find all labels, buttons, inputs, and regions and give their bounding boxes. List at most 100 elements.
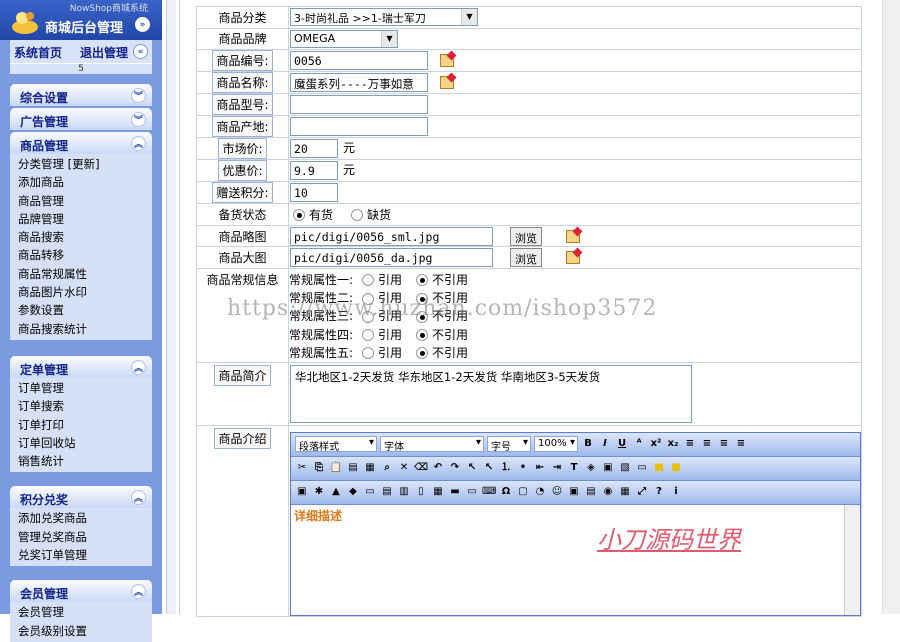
subscript-icon[interactable]: x₂ [666, 437, 680, 451]
remove-format-icon[interactable]: ▧ [618, 461, 632, 475]
align-center-icon[interactable]: ≡ [700, 437, 714, 451]
select-icon[interactable]: ↖ [465, 461, 479, 475]
copy-icon[interactable]: ⎘ [312, 461, 326, 475]
section-header[interactable]: 定单管理 ︽ [10, 355, 152, 378]
emoticon-icon[interactable]: ☺ [550, 485, 564, 499]
keyboard-icon[interactable]: ⌨ [482, 485, 496, 499]
home-link[interactable]: 系统首页 [14, 44, 62, 61]
menu-item[interactable]: 兑奖订单管理 [10, 546, 152, 564]
menu-item[interactable]: 订单打印 [10, 416, 152, 434]
paste-text-icon[interactable]: ▤ [346, 461, 360, 475]
zoom-select[interactable]: 100% [534, 436, 578, 453]
attr-use-radio[interactable] [362, 329, 374, 342]
text-color-icon[interactable]: T [567, 461, 581, 475]
big-input[interactable]: pic/digi/0056_da.jpg [290, 248, 493, 268]
logout-link[interactable]: 退出管理 [80, 44, 128, 61]
find-icon[interactable]: ⌕ [380, 461, 394, 475]
chevron-down-icon[interactable]: ︾ [131, 112, 146, 127]
unordered-list-icon[interactable]: • [516, 461, 530, 475]
template-icon[interactable]: ▤ [584, 485, 598, 499]
thumb-browse-button[interactable]: 浏览 [510, 226, 542, 246]
redo-icon[interactable]: ↷ [448, 461, 462, 475]
sidebar-scrollbar[interactable] [166, 0, 176, 614]
insert-row-icon[interactable]: ▤ [380, 485, 394, 499]
box-icon[interactable]: ▭ [635, 461, 649, 475]
help-icon[interactable]: ? [652, 485, 666, 499]
thumb-input[interactable]: pic/digi/0056_sml.jpg [290, 226, 493, 246]
attr-nouse-radio[interactable] [416, 274, 429, 287]
menu-item[interactable]: 管理兑奖商品 [10, 528, 152, 546]
menu-item[interactable]: 品牌管理 [10, 210, 152, 228]
table-icon[interactable]: ▭ [363, 485, 377, 499]
italic-icon[interactable]: I [598, 437, 612, 451]
insert-col-icon[interactable]: ▥ [397, 485, 411, 499]
main-scrollbar[interactable] [882, 0, 900, 614]
media-icon[interactable]: ▲ [329, 485, 343, 499]
menu-item[interactable]: 商品转移 [10, 246, 152, 264]
menu-item[interactable]: 商品图片水印 [10, 283, 152, 301]
unselect-icon[interactable]: ↖ [482, 461, 496, 475]
about-icon[interactable]: i [669, 485, 683, 499]
editor-area[interactable]: 详细描述 [291, 504, 860, 615]
paste-word-icon[interactable]: ▦ [363, 461, 377, 475]
upload-icon[interactable] [566, 251, 580, 265]
market-price-input[interactable]: 20 [290, 139, 338, 159]
chevron-up-icon[interactable]: ︽ [131, 359, 146, 375]
chevron-up-icon[interactable]: ︽ [131, 490, 146, 506]
style-select[interactable]: 段落样式 [295, 436, 377, 453]
image-icon[interactable]: ▣ [295, 485, 309, 499]
section-header[interactable]: 广告管理 ︾ [10, 108, 152, 130]
section-header[interactable]: 会员管理 ︽ [10, 580, 152, 603]
menu-item[interactable]: 会员管理 [10, 603, 152, 621]
menu-item[interactable]: 分类管理 [更新] [10, 155, 152, 173]
size-select[interactable]: 字号 [487, 436, 531, 453]
indent-icon[interactable]: ⇥ [550, 461, 564, 475]
attr-use-radio[interactable] [362, 347, 374, 360]
bold-icon[interactable]: B [581, 437, 595, 451]
cut-icon[interactable]: ✂ [295, 461, 309, 475]
outdent-icon[interactable]: ⇤ [533, 461, 547, 475]
menu-item[interactable]: 订单回收站 [10, 434, 152, 452]
hr-icon[interactable]: ▬ [448, 485, 462, 499]
sale-price-input[interactable]: 9.9 [290, 161, 338, 181]
attr-nouse-radio[interactable] [416, 347, 429, 360]
summary-textarea[interactable]: 华北地区1-2天发货 华东地区1-2天发货 华南地区3-5天发货 [290, 364, 692, 423]
section-header[interactable]: 综合设置 ︾ [10, 84, 152, 106]
menu-item[interactable]: 订单搜索 [10, 397, 152, 415]
stock-in-radio[interactable] [293, 209, 305, 222]
preview-icon[interactable]: ◉ [601, 485, 615, 499]
menu-item[interactable]: 商品管理 [10, 192, 152, 210]
menu-item[interactable]: 添加商品 [10, 173, 152, 191]
frame-divider[interactable] [162, 0, 180, 614]
collapse-toplinks-icon[interactable]: « [133, 44, 148, 59]
note-icon[interactable]: ■ [652, 461, 666, 475]
attr-nouse-radio[interactable] [416, 329, 429, 342]
paste-icon[interactable]: 📋 [329, 461, 343, 475]
marquee-icon[interactable]: ▭ [465, 485, 479, 499]
menu-item[interactable]: 参数设置 [10, 301, 152, 319]
special-char-icon[interactable]: Ω [499, 485, 513, 499]
time-icon[interactable]: ◔ [533, 485, 547, 499]
delete-icon[interactable]: ✕ [397, 461, 411, 475]
page-icon[interactable]: ▯ [414, 485, 428, 499]
section-header[interactable]: 商品管理 ︽ [10, 132, 152, 154]
chevron-up-icon[interactable]: ︽ [131, 584, 146, 600]
edit-icon[interactable] [440, 76, 454, 90]
origin-input[interactable] [290, 117, 428, 137]
code-input[interactable]: 0056 [290, 51, 428, 71]
collapse-header-icon[interactable]: » [135, 17, 150, 32]
menu-item[interactable]: 商品搜索 [10, 228, 152, 246]
category-select[interactable]: 3-时尚礼品 >>1-瑞士军刀 ▼ [290, 8, 478, 27]
notes-icon[interactable]: ■ [669, 461, 683, 475]
form-icon[interactable]: ▦ [431, 485, 445, 499]
flash-icon[interactable]: ✱ [312, 485, 326, 499]
upload-icon[interactable] [566, 229, 580, 243]
menu-item[interactable]: 订单管理 [10, 379, 152, 397]
link-icon[interactable]: ◆ [346, 485, 360, 499]
editor-scrollbar[interactable] [844, 504, 860, 615]
name-input[interactable]: 魔蛋系列----万事如意 [290, 73, 428, 93]
stock-out-radio[interactable] [351, 209, 364, 222]
model-input[interactable] [290, 95, 428, 115]
align-right-icon[interactable]: ≡ [717, 437, 731, 451]
chevron-up-icon[interactable]: ︽ [131, 136, 146, 151]
